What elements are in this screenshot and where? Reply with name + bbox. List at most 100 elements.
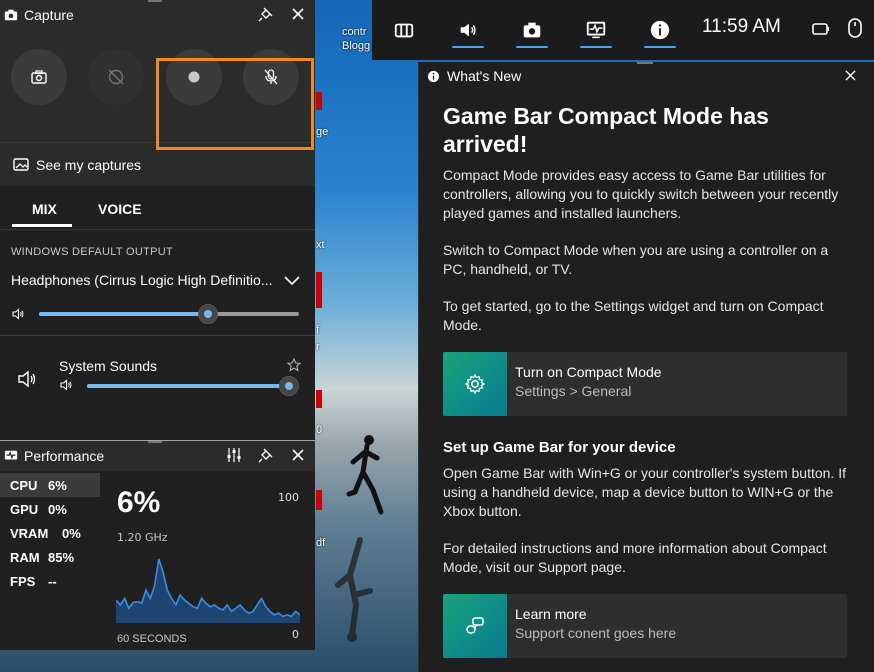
card-title: Turn on Compact Mode [515,364,662,380]
graph-min-label: 0 [292,628,299,641]
turn-on-compact-mode-card[interactable]: Turn on Compact Mode Settings > General [443,352,847,416]
metric-ram[interactable]: RAM 85% [0,545,100,569]
metric-fps[interactable]: FPS -- [0,569,100,593]
card-icon-tile [443,594,507,658]
output-label: WINDOWS DEFAULT OUTPUT [11,246,174,258]
slider-thumb[interactable] [279,376,299,396]
graph-duration-label: 60 SECONDS [117,633,187,645]
slider-fill [39,312,208,316]
record-last-disabled-icon [108,69,124,85]
see-captures-label: See my captures [36,156,142,173]
audio-tabs: MIX VOICE [0,186,315,230]
capture-title: Capture [24,7,74,23]
metric-value: -- [48,573,57,589]
whats-new-header[interactable]: What's New [419,62,874,90]
performance-metric-list: CPU 6% GPU 0% VRAM 0% RAM 85% FPS -- [0,473,100,593]
card-subtitle: Support conent goes here [515,625,677,641]
screenshot-button[interactable] [11,49,67,105]
performance-header[interactable]: Performance [0,441,315,471]
widget-menu-icon [394,23,414,38]
highlight-box [156,58,314,150]
audio-widget-button[interactable] [448,8,488,52]
metric-value: 0% [62,525,81,541]
desktop-icon-label[interactable]: 0 [316,424,322,436]
camera-icon [31,70,47,84]
drag-handle[interactable] [148,0,162,2]
close-icon[interactable] [289,446,307,464]
master-volume-row [0,298,315,330]
desktop-icon[interactable] [316,272,322,308]
record-last-30s-button[interactable] [88,49,144,105]
metric-cpu[interactable]: CPU 6% [0,473,100,497]
desktop-icon-label[interactable]: contr [342,26,366,38]
desktop-icon-label[interactable]: Blogg [342,40,370,52]
drag-handle[interactable] [637,62,653,64]
section-heading: Set up Game Bar for your device [443,439,676,456]
slider-thumb[interactable] [198,304,218,324]
gallery-icon [13,157,29,171]
desktop-icon-label[interactable]: r [316,341,320,353]
cpu-usage-graph [116,558,300,623]
paragraph: For detailed instructions and more infor… [443,540,827,575]
desktop-icon-label[interactable]: xt [316,239,325,251]
desktop-icon-label[interactable]: df [316,537,325,549]
capture-widget-button[interactable] [512,8,552,52]
game-bar-top: 11:59 AM [372,0,874,60]
tab-mix-underline [12,224,72,227]
close-icon[interactable] [844,69,857,82]
desktop-icon[interactable] [316,490,322,510]
pin-icon[interactable] [257,5,275,23]
active-underline [516,46,548,48]
performance-widget: Performance CPU 6% GPU 0% VRAM 0% RAM 85% FP… [0,441,315,650]
active-underline [580,46,612,48]
metric-value: 85% [48,549,75,565]
system-sounds-slider[interactable] [87,370,299,402]
metric-value: 6% [48,477,67,493]
card-icon-tile [443,352,507,416]
metric-name: RAM [10,549,40,565]
whats-new-button[interactable] [640,8,680,52]
whats-new-widget: What's New Game Bar Compact Mode has arr… [418,62,874,672]
metric-vram[interactable]: VRAM 0% [0,521,100,545]
desktop-icon[interactable] [316,390,322,408]
info-icon [650,20,670,40]
graph-max-label: 100 [278,491,299,504]
volume-icon [12,308,24,320]
close-icon[interactable] [289,5,307,23]
cpu-usage-value: 6% [117,486,161,519]
paragraph: Switch to Compact Mode when you are usin… [443,242,829,277]
metric-gpu[interactable]: GPU 0% [0,497,100,521]
output-device-select[interactable]: Headphones (Cirrus Logic High Definitio.… [0,258,315,298]
volume-icon [60,379,72,391]
options-sliders-icon[interactable] [225,446,243,464]
metric-name: VRAM [10,525,49,541]
performance-widget-button[interactable] [576,8,616,52]
drag-handle[interactable] [148,441,162,443]
active-underline [644,46,676,48]
tab-mix[interactable]: MIX [32,201,57,217]
gear-icon [464,373,486,395]
battery-icon [812,23,829,35]
desktop-icon-label[interactable]: ge [316,126,328,138]
metric-name: GPU [10,501,39,517]
desktop-icon[interactable] [316,92,322,110]
performance-icon [586,21,606,39]
article-title: Game Bar Compact Mode has arrived! [443,103,769,157]
slider-fill [87,384,289,388]
performance-icon [4,450,18,460]
capture-widget: Capture See my captures MIX VOICE WINDOW… [0,0,315,440]
pin-icon[interactable] [257,446,275,464]
master-volume-slider[interactable] [39,298,299,330]
audio-section: MIX VOICE WINDOWS DEFAULT OUTPUT Headpho… [0,186,315,421]
runner-silhouette [346,435,384,515]
desktop-icon-label[interactable]: f [316,324,319,336]
capture-header[interactable]: Capture [0,0,315,30]
widget-menu-button[interactable] [384,8,424,52]
tab-voice[interactable]: VOICE [98,201,142,217]
metric-name: CPU [10,477,38,493]
chat-support-icon [466,617,484,634]
output-device-name: Headphones (Cirrus Logic High Definitio.… [11,272,273,288]
learn-more-card[interactable]: Learn more Support conent goes here [443,594,847,658]
paragraph: To get started, go to the Settings widge… [443,298,824,333]
speaker-icon [18,370,36,388]
